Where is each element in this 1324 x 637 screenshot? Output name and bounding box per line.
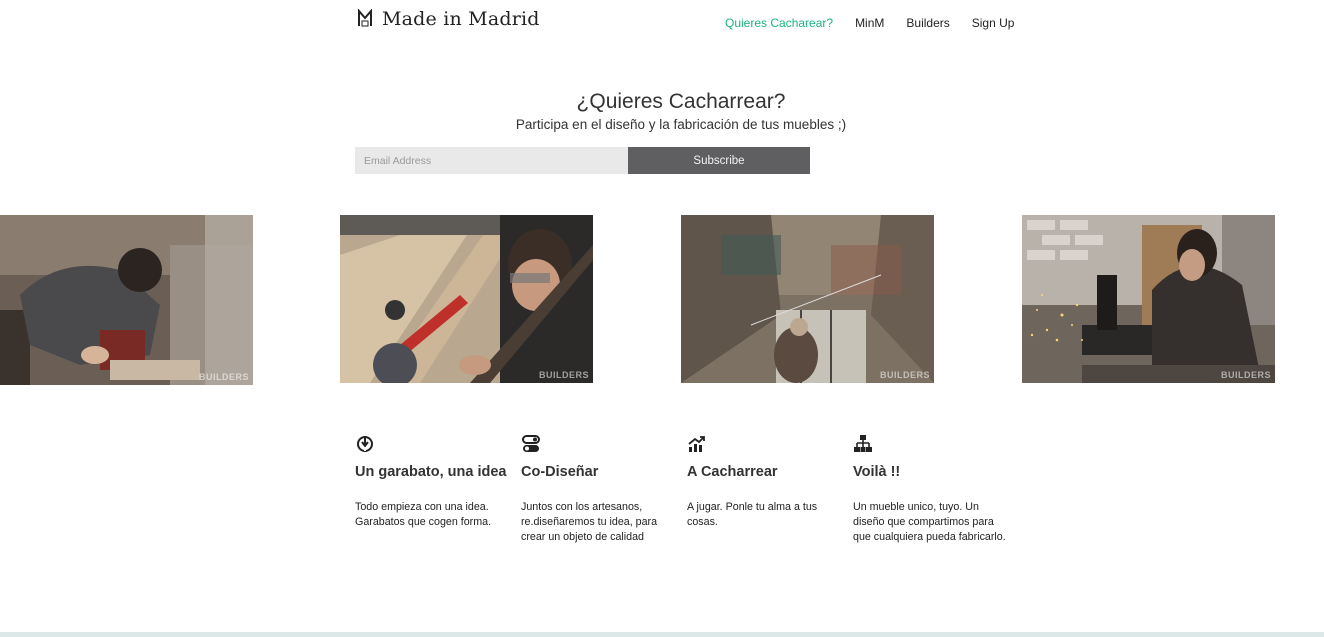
logo[interactable]: Made in Madrid [357, 8, 540, 30]
feature-title: A Cacharrear [687, 464, 778, 480]
nav-minm[interactable]: MinM [855, 16, 884, 30]
metal-tools-workbench-photo: BUILDERS [340, 215, 593, 383]
feature-text: A jugar. Ponle tu alma a tus cosas. [687, 501, 818, 528]
nav-quieres-cacharear[interactable]: Quieres Cacharear? [725, 16, 833, 30]
hierarchy-icon [854, 435, 872, 452]
feature-title: Co-Diseñar [521, 464, 599, 480]
logo-text: Made in Madrid [382, 8, 540, 30]
feature-text: Un mueble unico, tuyo. Un diseño que com… [853, 501, 1006, 543]
feature-garabato: Un garabato, una idea Todo empieza con u… [355, 434, 510, 530]
subscribe-form: Subscribe [355, 147, 810, 174]
grinder-sparks-photo: BUILDERS [1022, 215, 1275, 383]
subscribe-button[interactable]: Subscribe [628, 147, 810, 174]
main-nav: Quieres Cacharear? MinM Builders Sign Up [725, 16, 1014, 30]
builders-watermark: BUILDERS [1220, 370, 1271, 380]
pen-tool-icon [357, 436, 373, 452]
feature-text: Todo empieza con una idea. Garabatos que… [355, 501, 492, 528]
overhead-welding-photo: BUILDERS [681, 215, 934, 383]
builders-watermark: BUILDERS [538, 370, 589, 380]
m-monogram-icon [358, 9, 372, 27]
footer-bar [0, 632, 1324, 637]
feature-title: Voilà !! [853, 464, 901, 480]
nav-sign-up[interactable]: Sign Up [972, 16, 1015, 30]
hero-title: ¿Quieres Cacharrear? [576, 90, 786, 113]
builders-watermark: BUILDERS [879, 370, 930, 380]
feature-cacharrear: A Cacharrear A jugar. Ponle tu alma a tu… [687, 434, 842, 530]
builders-watermark: BUILDERS [198, 372, 249, 382]
toggle-switches-icon [522, 435, 540, 452]
hero-subtitle: Participa en el diseño y la fabricación … [515, 117, 847, 132]
feature-text: Juntos con los artesanos, re.diseñaremos… [521, 501, 658, 543]
growth-chart-icon [688, 436, 705, 452]
email-input[interactable] [355, 147, 628, 174]
feature-codisenar: Co-Diseñar Juntos con los artesanos, re.… [521, 434, 676, 545]
feature-title: Un garabato, una idea [355, 464, 507, 480]
nav-builders[interactable]: Builders [906, 16, 949, 30]
feature-voila: Voilà !! Un mueble unico, tuyo. Un diseñ… [853, 434, 1008, 545]
router-woodwork-photo: BUILDERS [0, 215, 253, 385]
site-header: Made in Madrid Quieres Cacharear? MinM B… [0, 0, 1324, 48]
